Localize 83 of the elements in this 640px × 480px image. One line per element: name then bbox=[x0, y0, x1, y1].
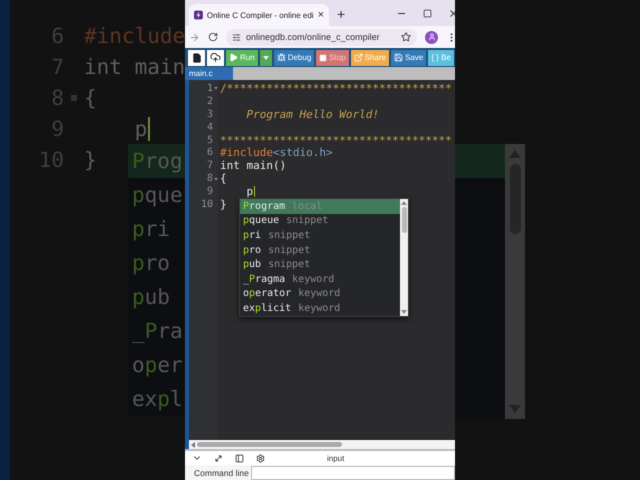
horizontal-scrollbar[interactable] bbox=[185, 440, 455, 449]
code-line: { bbox=[84, 86, 97, 110]
settings-icon[interactable] bbox=[256, 454, 265, 462]
tab-title: Online C Compiler - online edi bbox=[206, 10, 314, 20]
line-number: 8 bbox=[206, 173, 213, 184]
line-number: 7 bbox=[206, 160, 213, 172]
browser-tab[interactable]: Online C Compiler - online edi × bbox=[189, 4, 329, 26]
address-bar[interactable]: onlinegdb.com/online_c_compiler bbox=[226, 28, 417, 46]
scroll-down-icon[interactable] bbox=[401, 310, 407, 314]
site-logo-icon bbox=[194, 10, 203, 20]
scroll-thumb[interactable] bbox=[402, 207, 406, 233]
panel-icon[interactable] bbox=[235, 454, 244, 462]
close-tab-button[interactable]: × bbox=[318, 9, 324, 21]
line-number: 2 bbox=[206, 96, 213, 107]
line-number: 9 bbox=[206, 186, 213, 198]
share-icon bbox=[354, 53, 363, 62]
autocomplete-item[interactable]: pub snippet bbox=[240, 257, 400, 272]
code-line: #include<stdio.h> bbox=[220, 146, 333, 160]
code-line: #include bbox=[84, 24, 185, 48]
line-number: 5 bbox=[206, 134, 213, 146]
code-line: } bbox=[220, 198, 227, 211]
code-line: p bbox=[84, 116, 150, 140]
code-line: { bbox=[220, 172, 227, 186]
code-line: int main() bbox=[220, 159, 286, 172]
autocomplete-item[interactable]: p ro bbox=[128, 246, 185, 280]
code-line: Program Hello World! bbox=[245, 108, 379, 121]
code-line: /********************************** bbox=[220, 82, 452, 95]
line-number: 10 bbox=[200, 198, 213, 210]
bug-icon bbox=[276, 53, 286, 62]
fold-arrow-icon[interactable] bbox=[214, 86, 218, 90]
upload-button[interactable] bbox=[207, 50, 224, 66]
scroll-thumb[interactable] bbox=[197, 442, 342, 447]
cloud-upload-icon bbox=[210, 52, 221, 63]
autocomplete-item[interactable]: oper bbox=[128, 348, 185, 382]
file-icon bbox=[192, 52, 202, 62]
autocomplete-item[interactable]: pri snippet bbox=[240, 228, 400, 243]
autocomplete-item[interactable]: pub bbox=[128, 280, 185, 314]
profile-avatar[interactable] bbox=[425, 30, 438, 44]
run-button[interactable]: Run bbox=[226, 50, 258, 66]
bookmark-star-icon[interactable] bbox=[401, 32, 411, 42]
forward-icon[interactable] bbox=[189, 32, 200, 42]
play-icon bbox=[229, 53, 238, 62]
scrollbar[interactable] bbox=[505, 144, 525, 419]
autocomplete-item[interactable]: expl bbox=[128, 382, 185, 416]
code-line: } bbox=[84, 148, 97, 172]
reload-icon[interactable] bbox=[208, 32, 218, 42]
line-number: 1 bbox=[206, 82, 213, 94]
site-settings-icon[interactable] bbox=[232, 32, 241, 42]
autocomplete-item[interactable]: pque bbox=[128, 178, 185, 212]
fold-marker-icon[interactable] bbox=[71, 94, 77, 100]
scroll-left-icon[interactable] bbox=[191, 442, 195, 448]
fold-arrow-icon[interactable] bbox=[214, 176, 218, 181]
panel-title: input bbox=[327, 454, 344, 462]
code-line: int main bbox=[84, 54, 185, 78]
command-line-label: Command line bbox=[194, 468, 249, 478]
code-line: p bbox=[245, 185, 256, 198]
caret-icon bbox=[262, 56, 269, 60]
line-number: 6 bbox=[206, 147, 213, 158]
maximize-icon[interactable] bbox=[423, 8, 432, 18]
scroll-up-icon[interactable] bbox=[401, 201, 407, 205]
autocomplete-item[interactable]: _P ra bbox=[128, 314, 185, 348]
save-button[interactable]: Save bbox=[391, 50, 426, 66]
autocomplete-item[interactable]: explicit keyword bbox=[240, 301, 400, 316]
command-line-field[interactable] bbox=[250, 466, 455, 480]
file-tab[interactable]: main.c bbox=[185, 67, 233, 80]
debug-button[interactable]: Debug bbox=[274, 50, 314, 66]
scrollbar[interactable] bbox=[400, 199, 408, 316]
stop-icon bbox=[319, 54, 328, 62]
autocomplete-item[interactable]: _Pragma keyword bbox=[240, 272, 400, 287]
autocomplete-item[interactable]: Program local bbox=[240, 199, 400, 214]
new-file-button[interactable] bbox=[188, 50, 205, 66]
line-number: 4 bbox=[206, 122, 213, 133]
new-tab-button[interactable]: + bbox=[337, 6, 346, 22]
floppy-icon bbox=[394, 53, 404, 62]
line-number: 3 bbox=[206, 108, 213, 120]
expand-icon[interactable] bbox=[214, 454, 223, 462]
run-options-button[interactable] bbox=[260, 50, 272, 66]
code-editor[interactable] bbox=[185, 80, 455, 440]
autocomplete-item[interactable]: p ri bbox=[128, 212, 185, 246]
autocomplete-item[interactable]: pqueue snippet bbox=[240, 214, 400, 228]
code-line: *********************************** bbox=[220, 134, 452, 147]
autocomplete-item[interactable]: pro snippet bbox=[240, 242, 400, 258]
autocomplete-item[interactable]: operator keyword bbox=[240, 286, 400, 302]
